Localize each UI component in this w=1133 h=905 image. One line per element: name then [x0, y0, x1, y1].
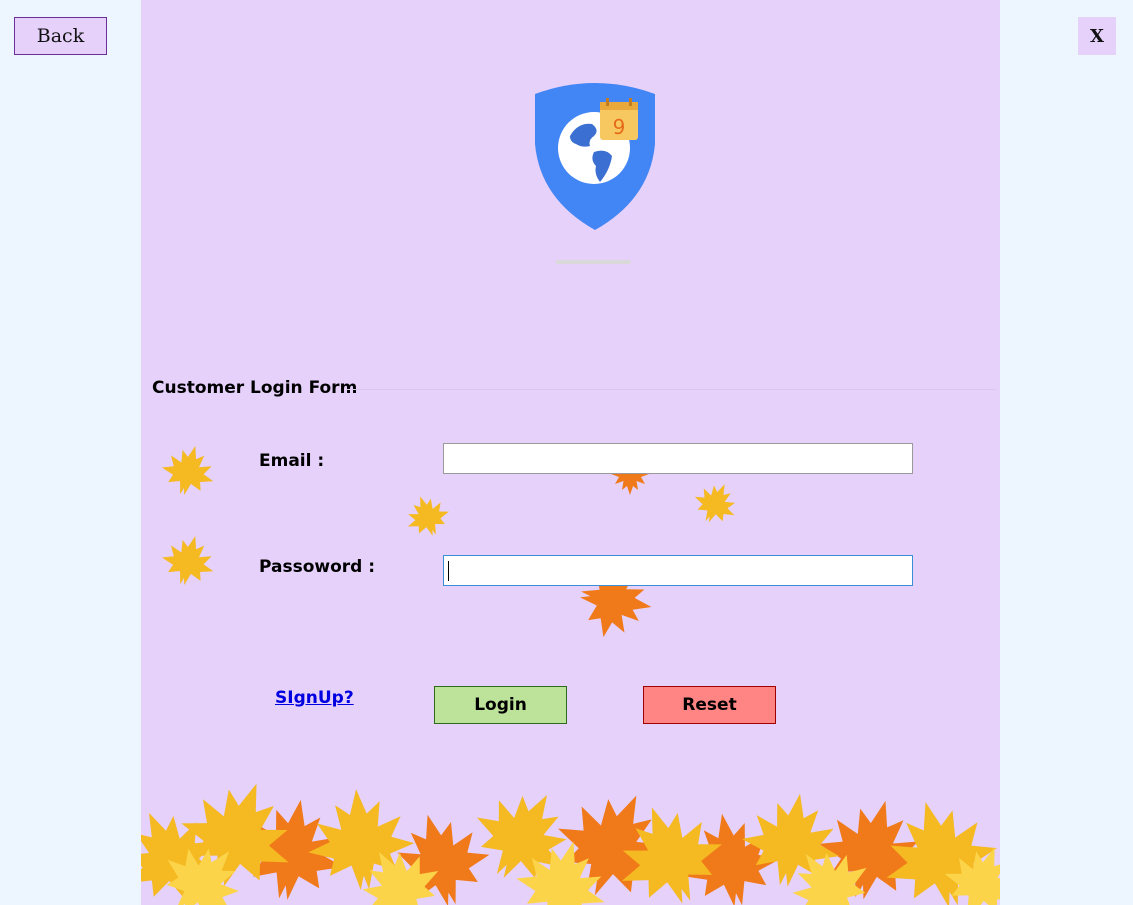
maple-leaf-icon: [160, 535, 216, 591]
svg-text:9: 9: [613, 115, 626, 139]
title-divider: [346, 389, 996, 390]
calendar-icon: 9: [600, 98, 638, 140]
shield-globe-logo: 9: [535, 83, 655, 230]
text-caret: [448, 561, 449, 581]
maple-leaf-icon: [405, 495, 451, 541]
email-label: Email :: [259, 451, 325, 471]
password-label: Passoword :: [259, 557, 376, 577]
maple-leaf-icon: [692, 482, 738, 528]
leaf-border-decoration: [141, 770, 1000, 905]
back-button[interactable]: Back: [14, 17, 107, 55]
login-button[interactable]: Login: [434, 686, 567, 724]
reset-button[interactable]: Reset: [643, 686, 776, 724]
signup-link[interactable]: SIgnUp?: [275, 688, 354, 708]
close-button[interactable]: X: [1078, 17, 1116, 55]
email-field[interactable]: [443, 443, 913, 474]
maple-leaf-icon: [160, 445, 216, 501]
form-title: Customer Login Form: [152, 378, 358, 398]
password-field[interactable]: [443, 555, 913, 586]
logo-underline: [556, 260, 631, 264]
